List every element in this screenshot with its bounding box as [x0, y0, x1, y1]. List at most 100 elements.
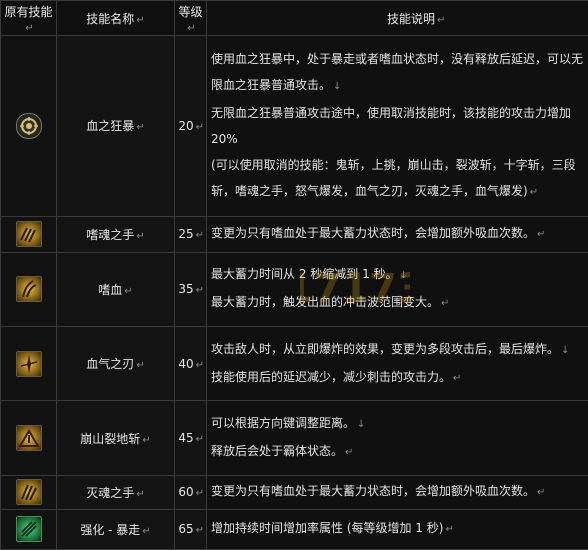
desc-text: 变更为只有嗜血处于最大蓄力状态时，会增加额外吸血次数。: [211, 484, 536, 499]
skill-level-cell: 25 ↵: [174, 215, 207, 253]
para-mark: ↵: [537, 487, 546, 499]
para-mark: ↵: [195, 121, 204, 133]
skill-desc-cell: 最大蓄力时间从 2 秒缩减到 1 秒。 ↓ 最大蓄力时，触发出血的冲击波范围变大。…: [206, 251, 588, 328]
skill-level-cell: 20 ↵: [174, 35, 207, 217]
desc-text: 攻击敌人时，从立即爆炸的效果，变更为多段攻击后，最后爆炸。: [211, 341, 560, 356]
desc-text: 无限血之狂暴普通攻击途中，使用取消技能时，该技能的攻击力增加 20%: [211, 105, 572, 146]
skill-name-cell: 灭魂之手 ↵: [56, 474, 175, 510]
header-desc: 技能说明 ↵: [206, 0, 588, 36]
table-row: 血之狂暴 ↵ 20 ↵ 使用血之狂暴中，处于暴走或者嗜血状态时，没有释放后延迟，可以…: [0, 35, 588, 217]
desc-text: 释放后会处于霸体状态。: [211, 444, 344, 459]
enhance-frenzy-icon: [15, 516, 42, 543]
skill-level: 20: [178, 118, 194, 133]
desc-text: (可以使用取消的技能：鬼斩，上挑，崩山击，裂波斩，十字斩，三段斩，嗜魂之手，怒气…: [211, 157, 576, 198]
skill-level: 35: [178, 282, 194, 297]
icon-cell: [0, 251, 57, 328]
desc-text: 最大蓄力时，触发出血的冲击波范围变大。: [211, 295, 440, 310]
para-mark: ↵: [136, 360, 145, 372]
header-level-label: 等级: [178, 4, 203, 19]
soul-devour-hand-icon: [15, 221, 42, 248]
skill-level: 65: [178, 522, 194, 537]
para-mark: ↵: [195, 230, 204, 242]
desc-line: 释放后会处于霸体状态。 ↵: [211, 438, 584, 466]
para-mark: ↵: [142, 525, 151, 537]
para-mark: ↵: [195, 434, 204, 446]
desc-line: 最大蓄力时，触发出血的冲击波范围变大。 ↵: [211, 289, 584, 317]
desc-line: 可以根据方向键调整距离。 ↓: [211, 410, 584, 438]
skill-name: 血气之刃: [86, 357, 135, 372]
header-desc-label: 技能说明: [387, 11, 436, 26]
desc-text: 变更为只有嗜血处于最大蓄力状态时，会增加额外吸血次数。: [211, 226, 536, 241]
skill-table: 原有技能↵ 技能名称 ↵ 等级↵ 技能说明 ↵ 血之狂暴 ↵ 20 ↵ 使用血之狂暴中，…: [0, 0, 588, 550]
table-row: 强化 - 暴走 ↵ 65 ↵ 增加持续时间增加率属性 (每等级增加 1 秒) ↵: [0, 508, 588, 550]
para-mark: ↵: [195, 525, 204, 537]
para-mark: ↵: [124, 285, 133, 297]
icon-cell: [0, 215, 57, 253]
skill-desc-cell: 变更为只有嗜血处于最大蓄力状态时，会增加额外吸血次数。 ↵: [206, 215, 588, 253]
skill-name-cell: 血之狂暴 ↵: [56, 35, 175, 217]
skill-level-cell: 40 ↵: [174, 326, 207, 402]
skill-desc-cell: 使用血之狂暴中，处于暴走或者嗜血状态时，没有释放后延迟，可以无限血之狂暴普通攻击…: [206, 35, 588, 217]
skill-name: 崩山裂地斩: [80, 431, 141, 446]
icon-cell: [0, 400, 57, 476]
desc-line: 最大蓄力时间从 2 秒缩减到 1 秒。 ↓: [211, 261, 584, 289]
para-mark: ↵: [529, 186, 539, 198]
desc-line: (可以使用取消的技能：鬼斩，上挑，崩山击，裂波斩，十字斩，三段斩，嗜魂之手，怒气…: [211, 152, 584, 206]
para-mark: ↵: [136, 230, 145, 242]
header-owned: 原有技能 ↵: [0, 0, 57, 36]
bloodlust-icon: [15, 276, 42, 303]
icon-cell: [0, 326, 57, 402]
blood-frenzy-icon: [15, 112, 42, 139]
para-mark: ↵: [453, 372, 462, 384]
skill-desc-cell: 增加持续时间增加率属性 (每等级增加 1 秒) ↵: [206, 508, 588, 550]
skill-name-cell: 嗜血 ↵: [56, 251, 175, 328]
skill-name: 血之狂暴: [86, 119, 135, 134]
desc-text: 使用血之狂暴中，处于暴走或者嗜血状态时，没有释放后延迟，可以无限血之狂暴普通攻击…: [211, 51, 584, 92]
skill-level: 40: [178, 356, 194, 371]
skill-level-cell: 60 ↵: [174, 474, 207, 510]
para-mark: ↵: [437, 14, 446, 26]
skill-level: 60: [178, 485, 194, 500]
header-name: 技能名称 ↵: [56, 0, 175, 36]
para-mark: ↵: [345, 447, 354, 459]
table-row: 嗜魂之手 ↵ 25 ↵ 变更为只有嗜血处于最大蓄力状态时，会增加额外吸血次数。 ↵: [0, 215, 588, 253]
line-mark: ↓: [561, 344, 570, 356]
line-mark: ↓: [357, 419, 366, 431]
para-mark: ↵: [195, 359, 204, 371]
skill-level: 45: [178, 431, 194, 446]
para-mark: ↵: [136, 122, 145, 134]
table-row: 血气之刃 ↵ 40 ↵ 攻击敌人时，从立即爆炸的效果，变更为多段攻击后，最后爆炸。 ↓…: [0, 326, 588, 402]
skill-name-cell: 嗜魂之手 ↵: [56, 215, 175, 253]
desc-line: 无限血之狂暴普通攻击途中，使用取消技能时，该技能的攻击力增加 20%: [211, 100, 584, 152]
desc-line: 增加持续时间增加率属性 (每等级增加 1 秒) ↵: [211, 515, 584, 543]
skill-name-cell: 强化 - 暴走 ↵: [56, 508, 175, 550]
para-mark: ↵: [195, 488, 204, 500]
table-row: 灭魂之手 ↵ 60 ↵ 变更为只有嗜血处于最大蓄力状态时，会增加额外吸血次数。 ↵: [0, 474, 588, 510]
para-mark: ↵: [187, 22, 196, 34]
skill-desc-cell: 变更为只有嗜血处于最大蓄力状态时，会增加额外吸血次数。 ↵: [206, 474, 588, 510]
skill-level-cell: 35 ↵: [174, 251, 207, 328]
skill-name: 嗜魂之手: [86, 227, 135, 242]
soul-destroy-hand-icon: [15, 479, 42, 506]
desc-line: 使用血之狂暴中，处于暴走或者嗜血状态时，没有释放后延迟，可以无限血之狂暴普通攻击…: [211, 46, 584, 100]
skill-name-cell: 血气之刃 ↵: [56, 326, 175, 402]
desc-line: 攻击敌人时，从立即爆炸的效果，变更为多段攻击后，最后爆炸。 ↓: [211, 336, 584, 364]
desc-line: 变更为只有嗜血处于最大蓄力状态时，会增加额外吸血次数。 ↵: [211, 220, 584, 248]
desc-text: 可以根据方向键调整距离。: [211, 416, 356, 431]
desc-text: 技能使用后的延迟减少，减少刺击的攻击力。: [211, 369, 452, 384]
skill-level-cell: 45 ↵: [174, 400, 207, 476]
skill-name-cell: 崩山裂地斩 ↵: [56, 400, 175, 476]
skill-name: 灭魂之手: [86, 485, 135, 500]
skill-level: 25: [178, 227, 194, 242]
para-mark: ↵: [445, 524, 454, 536]
line-mark: ↓: [399, 270, 408, 282]
skill-name: 嗜血: [98, 282, 123, 297]
para-mark: ↵: [537, 229, 546, 241]
skill-level-cell: 65 ↵: [174, 508, 207, 550]
desc-text: 最大蓄力时间从 2 秒缩减到 1 秒。: [211, 267, 398, 282]
desc-text: 增加持续时间增加率属性 (每等级增加 1 秒): [211, 521, 444, 536]
para-mark: ↵: [136, 14, 145, 26]
header-name-label: 技能名称: [86, 11, 135, 26]
skill-name: 强化 - 暴走: [80, 522, 141, 537]
header-owned-label: 原有技能: [4, 4, 53, 19]
